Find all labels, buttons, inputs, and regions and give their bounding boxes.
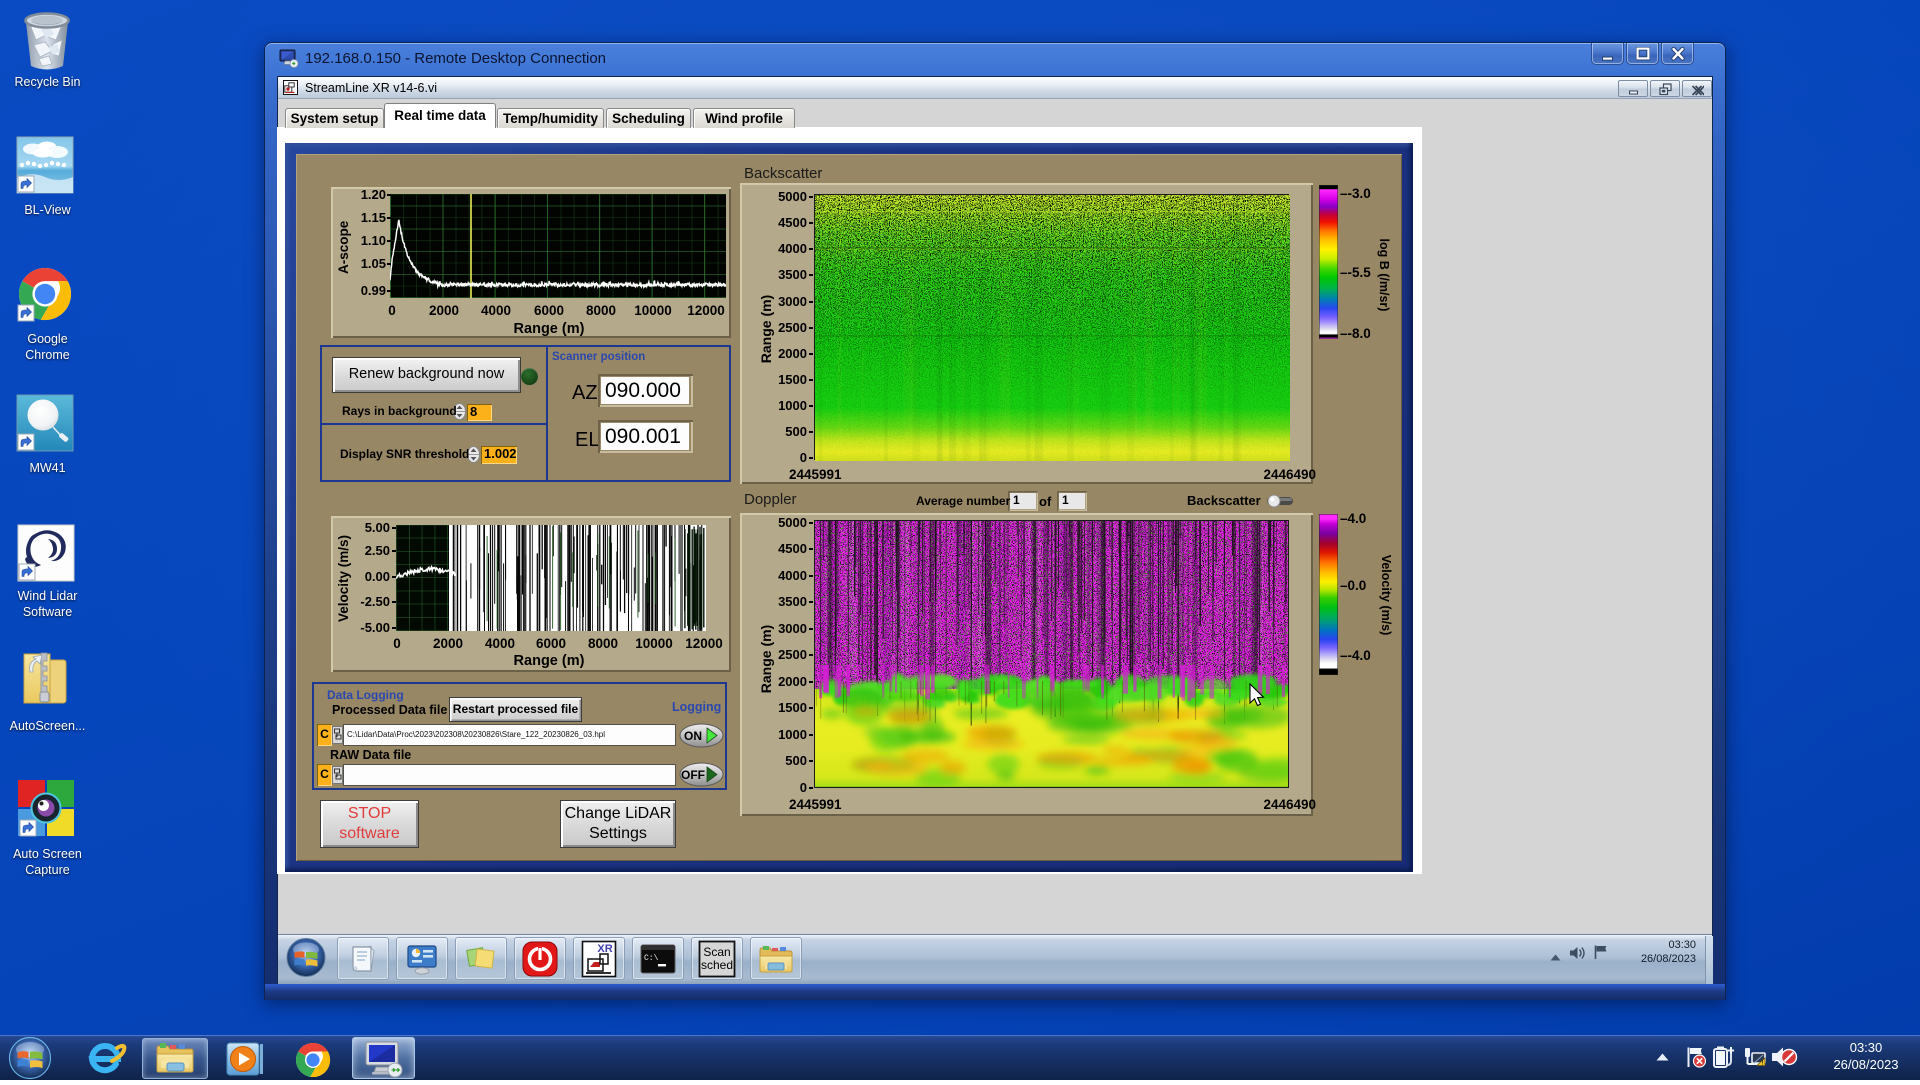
svg-text:ON: ON — [684, 729, 702, 743]
svg-text:sched: sched — [701, 958, 733, 972]
svg-text:OFF: OFF — [681, 768, 705, 782]
svg-text:C:\: C:\ — [644, 954, 659, 963]
svg-text:!: ! — [1762, 1061, 1764, 1067]
svg-text:Scan: Scan — [703, 945, 730, 959]
svg-text:XR: XR — [597, 943, 612, 955]
